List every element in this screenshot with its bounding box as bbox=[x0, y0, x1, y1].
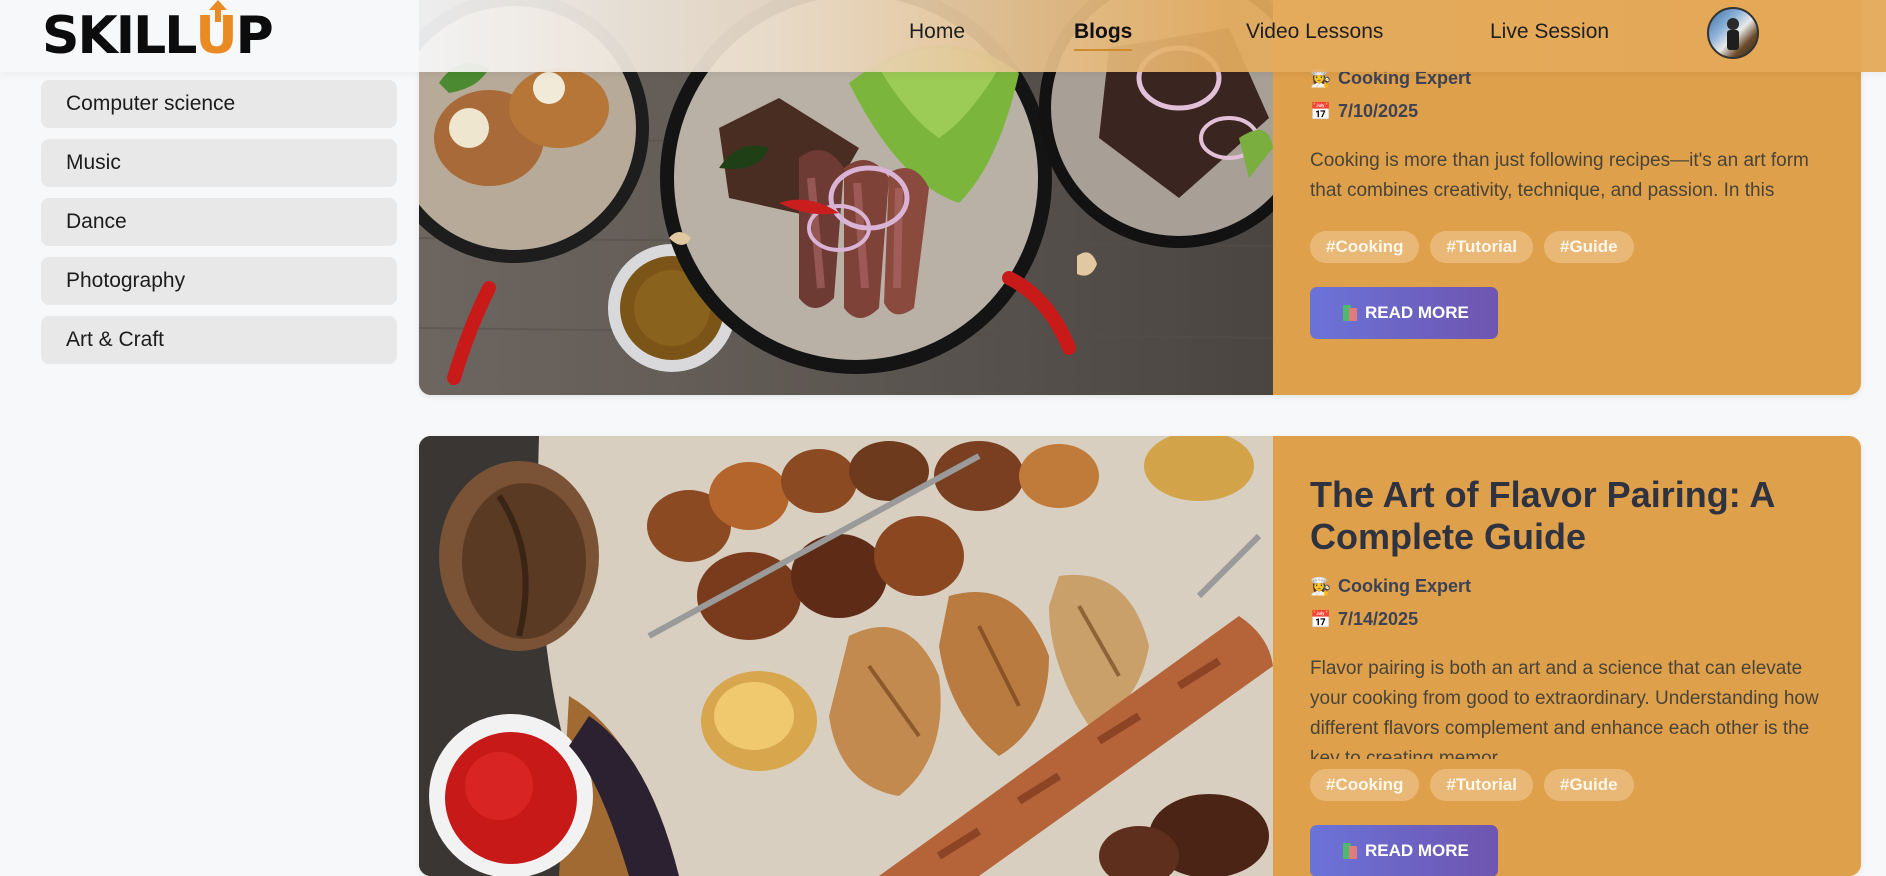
read-more-label: READ MORE bbox=[1365, 841, 1469, 860]
tag-cooking[interactable]: #Cooking bbox=[1310, 769, 1420, 801]
nav-home[interactable]: Home bbox=[909, 20, 965, 44]
nav-blogs[interactable]: Blogs bbox=[1074, 20, 1133, 51]
read-more-button[interactable]: READ MORE bbox=[1310, 287, 1498, 339]
blog-author: 👩‍🍳 Cooking Expert bbox=[1310, 570, 1823, 603]
books-icon bbox=[1343, 305, 1357, 321]
category-dance[interactable]: Dance bbox=[41, 198, 397, 246]
category-computer-science[interactable]: Computer science bbox=[41, 80, 397, 128]
tag-tutorial[interactable]: #Tutorial bbox=[1430, 769, 1533, 801]
calendar-icon: 📅 bbox=[1310, 101, 1332, 121]
tag-tutorial[interactable]: #Tutorial bbox=[1430, 231, 1533, 263]
logo-text-left: SKILL bbox=[42, 6, 197, 66]
person-icon bbox=[1727, 18, 1739, 50]
nav-live-session[interactable]: Live Session bbox=[1490, 20, 1609, 44]
blog-tags: #Cooking #Tutorial #Guide bbox=[1310, 231, 1823, 263]
chef-icon: 👩‍🍳 bbox=[1310, 576, 1332, 596]
blog-date: 📅 7/10/2025 bbox=[1310, 95, 1823, 128]
blog-tags: #Cooking #Tutorial #Guide bbox=[1310, 769, 1823, 801]
tag-guide[interactable]: #Guide bbox=[1543, 231, 1634, 263]
category-music[interactable]: Music bbox=[41, 139, 397, 187]
top-navbar: SKILL U P Home Blogs Video Lessons Live … bbox=[0, 0, 1886, 72]
read-more-button[interactable]: READ MORE bbox=[1310, 825, 1498, 876]
user-avatar[interactable] bbox=[1707, 7, 1759, 59]
grilled-meat-platter-image bbox=[419, 436, 1273, 876]
author-name: Cooking Expert bbox=[1338, 576, 1472, 596]
blog-excerpt: Flavor pairing is both an art and a scie… bbox=[1310, 658, 1819, 759]
blog-card: The Art of Flavor Pairing: A Complete Gu… bbox=[419, 436, 1861, 876]
category-photography[interactable]: Photography bbox=[41, 257, 397, 305]
calendar-icon: 📅 bbox=[1310, 609, 1332, 629]
category-sidebar: Computer science Music Dance Photography… bbox=[41, 80, 397, 375]
tag-guide[interactable]: #Guide bbox=[1543, 769, 1634, 801]
post-date: 7/14/2025 bbox=[1338, 609, 1419, 629]
tag-cooking[interactable]: #Cooking bbox=[1310, 231, 1420, 263]
blog-date: 📅 7/14/2025 bbox=[1310, 603, 1823, 636]
nav-video-lessons[interactable]: Video Lessons bbox=[1246, 20, 1383, 44]
skillup-logo[interactable]: SKILL U P bbox=[42, 0, 274, 66]
read-more-label: READ MORE bbox=[1365, 303, 1469, 322]
books-icon bbox=[1343, 843, 1357, 859]
arrow-up-icon bbox=[209, 0, 228, 22]
post-date: 7/10/2025 bbox=[1338, 101, 1419, 121]
blog-card-body: The Art of Flavor Pairing: A Complete Gu… bbox=[1273, 436, 1861, 876]
category-art-craft[interactable]: Art & Craft bbox=[41, 316, 397, 364]
blog-title[interactable]: The Art of Flavor Pairing: A Complete Gu… bbox=[1310, 474, 1823, 558]
blog-card-image[interactable] bbox=[419, 436, 1273, 876]
blog-excerpt: Cooking is more than just following reci… bbox=[1310, 150, 1809, 201]
logo-text-right: P bbox=[235, 6, 274, 66]
